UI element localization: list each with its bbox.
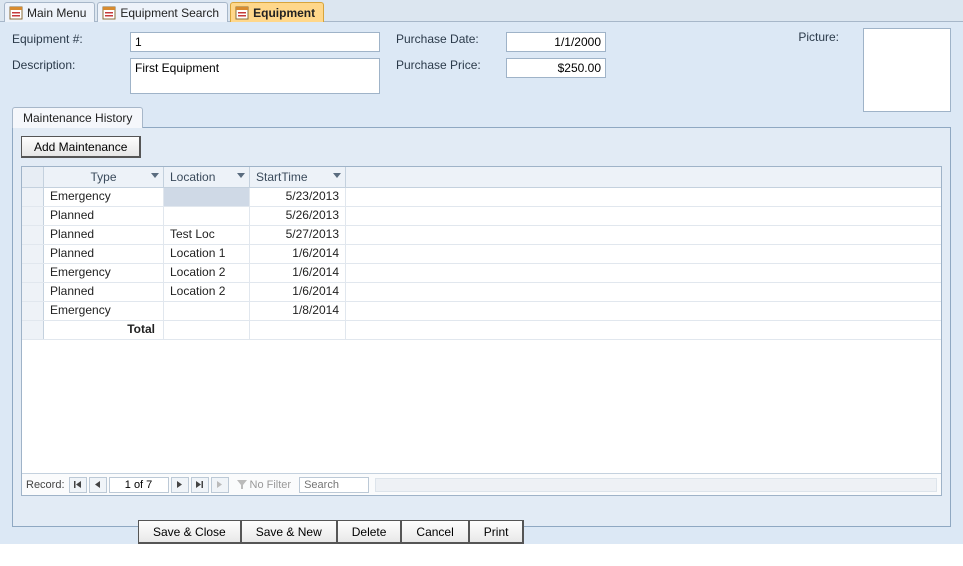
- row-selector[interactable]: [22, 226, 44, 244]
- label-purchase-date: Purchase Date:: [396, 32, 506, 46]
- cell-total-location: [164, 321, 250, 339]
- cell-location[interactable]: [164, 302, 250, 320]
- table-row[interactable]: Planned 5/26/2013: [22, 207, 941, 226]
- recnav-next-button[interactable]: [171, 477, 189, 493]
- cell-location[interactable]: [164, 188, 250, 206]
- cancel-button[interactable]: Cancel: [401, 520, 469, 544]
- cell-type[interactable]: Emergency: [44, 264, 164, 282]
- cell-type[interactable]: Emergency: [44, 188, 164, 206]
- cell-location[interactable]: Location 2: [164, 283, 250, 301]
- row-selector[interactable]: [22, 245, 44, 263]
- cell-total-starttime: [250, 321, 346, 339]
- input-equipment-number[interactable]: [130, 32, 380, 52]
- document-tabstrip: Main Menu Equipment Search Equipment: [0, 0, 963, 22]
- cell-total-label: Total: [44, 321, 164, 339]
- grid-header: Type Location StartTime: [22, 167, 941, 188]
- tab-equipment[interactable]: Equipment: [230, 2, 324, 22]
- label-description: Description:: [12, 58, 130, 72]
- subtab-label: Maintenance History: [23, 111, 132, 125]
- row-selector: [22, 321, 44, 339]
- table-total-row: Total: [22, 321, 941, 340]
- cell-type[interactable]: Emergency: [44, 302, 164, 320]
- print-button[interactable]: Print: [469, 520, 525, 544]
- cell-starttime[interactable]: 5/26/2013: [250, 207, 346, 225]
- picture-box[interactable]: [863, 28, 951, 112]
- chevron-down-icon: [151, 173, 159, 178]
- table-row[interactable]: PlannedLocation 21/6/2014: [22, 283, 941, 302]
- column-type[interactable]: Type: [44, 167, 164, 187]
- grid-body: Emergency5/23/2013Planned5/26/2013Planne…: [22, 188, 941, 340]
- column-starttime[interactable]: StartTime: [250, 167, 346, 187]
- filter-icon: [237, 480, 247, 490]
- cell-type[interactable]: Planned: [44, 207, 164, 225]
- label-purchase-price: Purchase Price:: [396, 58, 506, 72]
- input-purchase-price[interactable]: [506, 58, 606, 78]
- cell-type[interactable]: Planned: [44, 226, 164, 244]
- tab-equipment-search[interactable]: Equipment Search: [97, 2, 228, 22]
- chevron-down-icon: [333, 173, 341, 178]
- recnav-position[interactable]: [109, 477, 169, 493]
- cell-type[interactable]: Planned: [44, 283, 164, 301]
- column-location[interactable]: Location: [164, 167, 250, 187]
- tab-label: Equipment: [253, 6, 315, 20]
- cell-location[interactable]: Location 1: [164, 245, 250, 263]
- tab-label: Main Menu: [27, 6, 86, 20]
- chevron-down-icon: [237, 173, 245, 178]
- label-equipment-number: Equipment #:: [12, 32, 130, 46]
- tab-label: Equipment Search: [120, 6, 219, 20]
- recnav-prev-button[interactable]: [89, 477, 107, 493]
- cell-starttime[interactable]: 1/8/2014: [250, 302, 346, 320]
- cell-location[interactable]: Test Loc: [164, 226, 250, 244]
- cell-location[interactable]: Location 2: [164, 264, 250, 282]
- row-selector[interactable]: [22, 283, 44, 301]
- form-equipment: Equipment #: Description: Purchase Date:…: [0, 22, 963, 544]
- save-new-button[interactable]: Save & New: [241, 520, 338, 544]
- add-maintenance-button[interactable]: Add Maintenance: [21, 136, 141, 158]
- form-icon: [9, 6, 23, 20]
- cell-type[interactable]: Planned: [44, 245, 164, 263]
- cell-starttime[interactable]: 1/6/2014: [250, 264, 346, 282]
- cell-starttime[interactable]: 1/6/2014: [250, 283, 346, 301]
- row-selector[interactable]: [22, 302, 44, 320]
- recnav-no-filter: No Filter: [237, 479, 292, 491]
- recnav-hscroll[interactable]: [375, 478, 937, 492]
- row-selector[interactable]: [22, 188, 44, 206]
- cell-starttime[interactable]: 5/23/2013: [250, 188, 346, 206]
- recnav-first-button[interactable]: [69, 477, 87, 493]
- row-selector[interactable]: [22, 207, 44, 225]
- cell-starttime[interactable]: 1/6/2014: [250, 245, 346, 263]
- form-icon: [235, 6, 249, 20]
- input-description[interactable]: [130, 58, 380, 94]
- cell-location[interactable]: [164, 207, 250, 225]
- subtab-maintenance-history[interactable]: Maintenance History: [12, 107, 143, 128]
- recnav-last-button[interactable]: [191, 477, 209, 493]
- row-selector[interactable]: [22, 264, 44, 282]
- tab-main-menu[interactable]: Main Menu: [4, 2, 95, 22]
- form-command-bar: Save & Close Save & New Delete Cancel Pr…: [138, 520, 523, 544]
- cell-starttime[interactable]: 5/27/2013: [250, 226, 346, 244]
- maintenance-grid: Type Location StartTime Emergency 5/23/20…: [21, 166, 942, 496]
- grid-select-all[interactable]: [22, 167, 44, 187]
- subtab-control: Maintenance History Add Maintenance Type…: [12, 106, 951, 527]
- recnav-new-button[interactable]: [211, 477, 229, 493]
- label-picture: Picture:: [798, 30, 839, 44]
- table-row[interactable]: Emergency 1/8/2014: [22, 302, 941, 321]
- delete-button[interactable]: Delete: [337, 520, 403, 544]
- input-purchase-date[interactable]: [506, 32, 606, 52]
- maintenance-history-panel: Add Maintenance Type Location StartTime …: [12, 127, 951, 527]
- recnav-search-input[interactable]: [299, 477, 369, 493]
- save-close-button[interactable]: Save & Close: [138, 520, 242, 544]
- table-row[interactable]: PlannedLocation 11/6/2014: [22, 245, 941, 264]
- table-row[interactable]: EmergencyLocation 21/6/2014: [22, 264, 941, 283]
- table-row[interactable]: PlannedTest Loc5/27/2013: [22, 226, 941, 245]
- recnav-label: Record:: [26, 479, 65, 491]
- form-icon: [102, 6, 116, 20]
- record-navigator: Record: No Filter: [22, 473, 941, 495]
- table-row[interactable]: Emergency 5/23/2013: [22, 188, 941, 207]
